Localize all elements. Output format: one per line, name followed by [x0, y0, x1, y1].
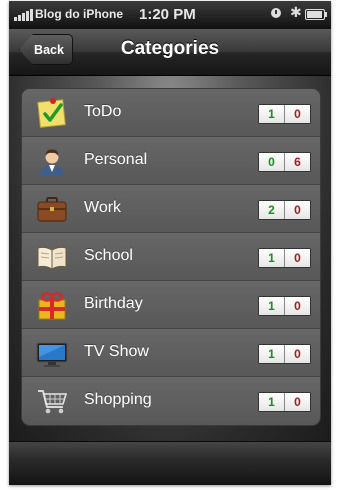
carrier-name: Blog do iPhone [35, 7, 123, 21]
back-button[interactable]: Back [19, 34, 73, 65]
completed-count: 1 [259, 249, 284, 267]
bottom-toolbar [9, 441, 331, 485]
category-row-birthday[interactable]: Birthday 1 0 [22, 281, 320, 329]
pending-count: 0 [284, 393, 310, 411]
category-label: Personal [84, 151, 148, 168]
pending-count: 0 [284, 201, 310, 219]
task-count-badge: 1 0 [258, 296, 311, 316]
television-icon [36, 342, 68, 367]
category-row-tv-show[interactable]: TV Show 1 0 [22, 329, 320, 377]
category-label: Birthday [84, 295, 143, 312]
open-book-icon [37, 246, 67, 270]
category-row-personal[interactable]: Personal 0 6 [22, 137, 320, 185]
category-label: Work [84, 199, 122, 216]
task-count-badge: 1 0 [258, 248, 311, 268]
status-bar: Blog do iPhone 1:20 PM ✱ [9, 1, 331, 29]
completed-count: 1 [259, 393, 284, 411]
navigation-bar: Back Categories [9, 29, 331, 76]
briefcase-icon [37, 197, 67, 222]
category-label: School [84, 247, 133, 264]
todo-note-icon [37, 98, 66, 128]
gift-icon [38, 292, 66, 320]
task-count-badge: 1 0 [258, 344, 311, 364]
completed-count: 1 [259, 297, 284, 315]
completed-count: 2 [259, 201, 284, 219]
task-count-badge: 1 0 [258, 392, 311, 412]
category-row-todo[interactable]: ToDo 1 0 [22, 89, 320, 137]
completed-count: 0 [259, 153, 284, 171]
task-count-badge: 1 0 [258, 104, 311, 124]
category-row-shopping[interactable]: Shopping 1 0 [22, 377, 320, 425]
shopping-cart-icon [38, 390, 68, 414]
category-label: Shopping [84, 391, 152, 408]
person-icon [40, 149, 64, 176]
completed-count: 1 [259, 105, 284, 123]
phone-screen: Blog do iPhone 1:20 PM ✱ Back Categories… [9, 1, 331, 485]
alarm-clock-icon [271, 8, 281, 18]
category-row-school[interactable]: School 1 0 [22, 233, 320, 281]
pending-count: 0 [284, 105, 310, 123]
category-row-work[interactable]: Work 2 0 [22, 185, 320, 233]
page-title: Categories [120, 38, 220, 59]
status-time: 1:20 PM [139, 6, 196, 23]
completed-count: 1 [259, 345, 284, 363]
category-label: ToDo [84, 103, 122, 120]
task-count-badge: 0 6 [258, 152, 311, 172]
pending-count: 0 [284, 345, 310, 363]
bluetooth-icon: ✱ [290, 4, 302, 20]
category-label: TV Show [84, 343, 149, 360]
pending-count: 0 [284, 297, 310, 315]
category-list: ToDo 1 0 Personal 0 6 Work 2 0 School 1 … [21, 88, 321, 426]
pending-count: 6 [284, 153, 310, 171]
task-count-badge: 2 0 [258, 200, 311, 220]
content-area: ToDo 1 0 Personal 0 6 Work 2 0 School 1 … [9, 76, 331, 441]
battery-icon [305, 9, 327, 20]
signal-strength-icon [14, 9, 34, 21]
pending-count: 0 [284, 249, 310, 267]
